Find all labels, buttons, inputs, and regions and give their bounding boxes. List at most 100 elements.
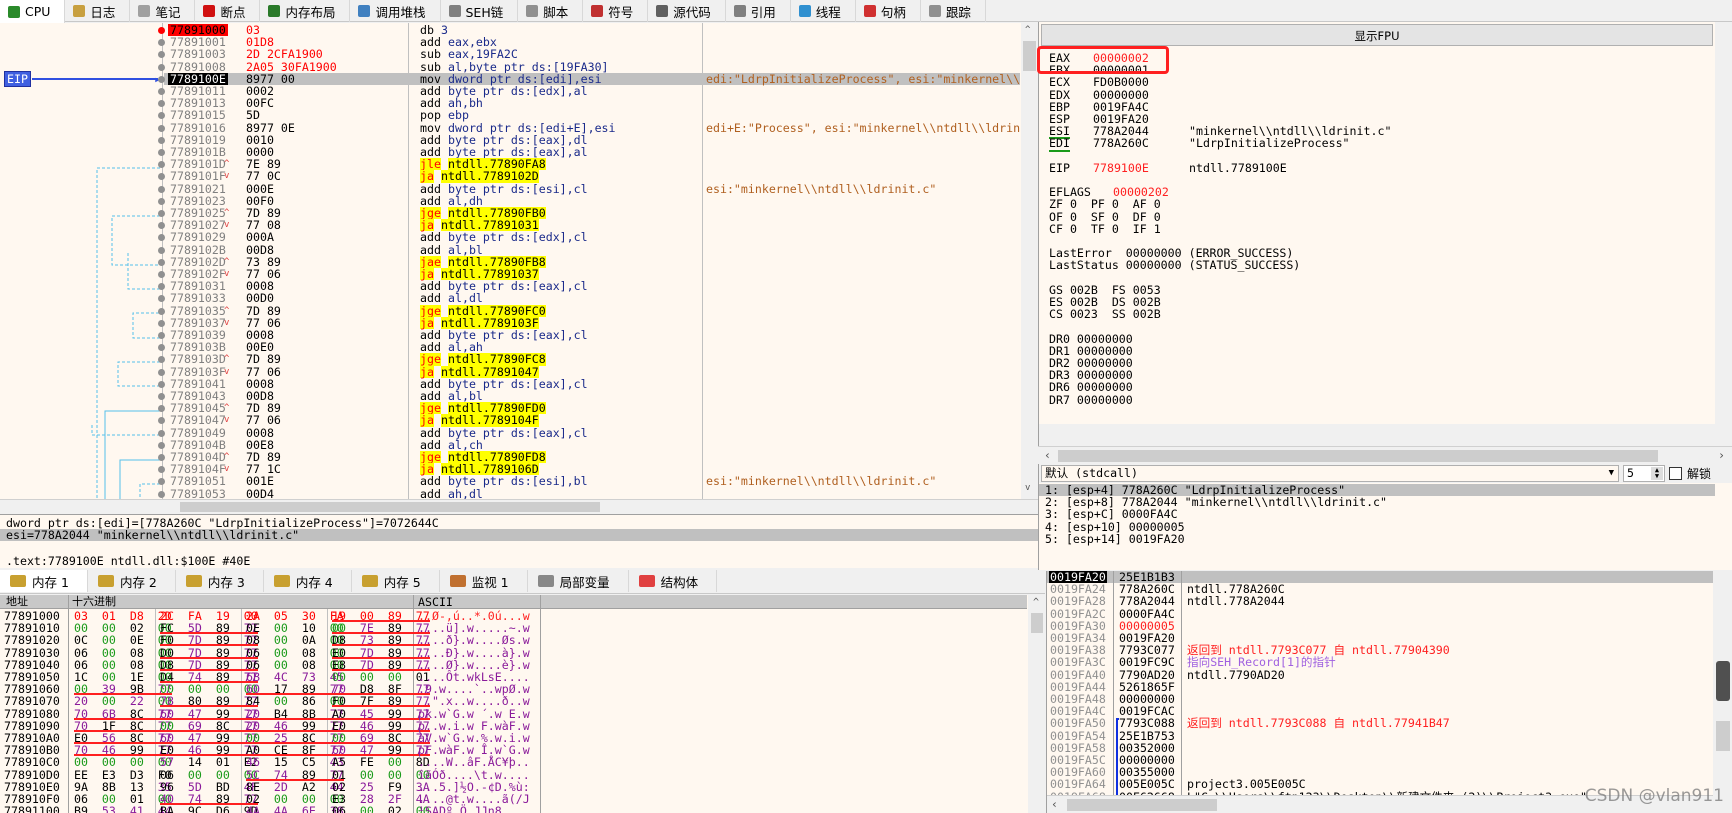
tab-source[interactable]: 源代码 bbox=[648, 0, 726, 22]
disasm-row[interactable]: 77891016 8977 0E mov dword ptr ds:[edi+E],e… bbox=[158, 121, 1038, 134]
dump-tab-3[interactable]: 内存 3 bbox=[176, 570, 264, 592]
breakpoint-dot-icon[interactable] bbox=[158, 429, 165, 437]
breakpoint-dot-icon[interactable] bbox=[158, 185, 165, 193]
disasm-hscroll[interactable] bbox=[0, 499, 1038, 513]
call-convention-select[interactable]: 默认 (stdcall) ▼ bbox=[1041, 465, 1619, 482]
stack-row[interactable]: 0019FA40 7790AD20 ntdll.7790AD20 bbox=[1047, 668, 1713, 680]
register-value[interactable]: FD0B0000 bbox=[1093, 76, 1149, 88]
breakpoint-dot-icon[interactable] bbox=[158, 197, 165, 205]
breakpoint-dot-icon[interactable] bbox=[158, 478, 165, 486]
breakpoint-dot-icon[interactable] bbox=[158, 210, 165, 217]
disasm-row[interactable]: 7789104B 00E8 add al,ch bbox=[158, 439, 1020, 451]
disasm-row[interactable]: 7789102F v 77 06 ja ntdll.77891037 bbox=[158, 268, 1020, 280]
breakpoint-dot-icon[interactable] bbox=[158, 319, 165, 327]
breakpoint-dot-icon[interactable] bbox=[158, 161, 165, 169]
dump-tab-2[interactable]: 内存 2 bbox=[88, 570, 176, 592]
disasm-row[interactable]: 7789103F v 77 06 ja ntdll.77891047 bbox=[158, 365, 1020, 378]
breakpoint-dot-icon[interactable] bbox=[158, 307, 165, 315]
disasm-row[interactable]: 77891027 v 77 08 ja ntdll.77891031 bbox=[158, 219, 1020, 231]
tab-seh-chain[interactable]: SEH链 bbox=[441, 0, 519, 22]
tab-cpu[interactable]: CPU bbox=[0, 0, 66, 23]
disasm-row[interactable]: 7789102B 00D8 add al,bl bbox=[158, 243, 1020, 256]
disassembly-pane[interactable]: EIP ▸ 7789100003db37789100101D8addeax,eb… bbox=[0, 23, 1038, 499]
breakpoint-dot-icon[interactable] bbox=[158, 368, 165, 376]
flags-line[interactable]: ZF 0 PF 0 AF 0 bbox=[1049, 198, 1161, 210]
breakpoint-dot-icon[interactable] bbox=[158, 441, 165, 449]
breakpoint-dot-icon[interactable] bbox=[158, 51, 165, 59]
breakpoint-dot-icon[interactable] bbox=[158, 39, 165, 47]
breakpoint-dot-icon[interactable] bbox=[158, 27, 165, 34]
disasm-row[interactable]: 7789100E 8977 00 mov dword ptr ds:[edi],esi… bbox=[158, 73, 1038, 85]
disasm-row[interactable]: 7789103D ^ 7D 89 jge ntdll.77890FC8 bbox=[158, 353, 1020, 366]
flags-line[interactable]: OF 0 SF 0 DF 0 bbox=[1049, 210, 1161, 222]
stack-row[interactable]: 0019FA28 778A2044 ntdll.778A2044 bbox=[1047, 595, 1713, 607]
argument-row[interactable]: 3: [esp+C] 0000FA4C bbox=[1039, 508, 1715, 520]
disasm-row[interactable]: 77891021 000E add byte ptr ds:[esi],cl esi:"… bbox=[158, 182, 1020, 195]
breakpoint-dot-icon[interactable] bbox=[158, 234, 165, 242]
memory-vscroll[interactable]: ^ bbox=[1028, 595, 1046, 813]
stack-row[interactable]: 0019FA2C 0000FA4C bbox=[1047, 607, 1713, 619]
argument-row[interactable]: 4: [esp+10] 00000005 bbox=[1039, 520, 1715, 532]
disasm-row[interactable]: 77891003 2D 2CFA1900 sub eax,19FA2C bbox=[158, 48, 1020, 61]
disasm-row[interactable]: 77891029 000A add byte ptr ds:[edx],cl bbox=[158, 231, 1020, 244]
breakpoint-dot-icon[interactable] bbox=[158, 380, 165, 388]
breakpoint-dot-icon[interactable] bbox=[158, 246, 165, 254]
disasm-row[interactable]: 7789104D ^ 7D 89 jge ntdll.77890FD8 bbox=[158, 451, 1020, 463]
breakpoint-dot-icon[interactable] bbox=[158, 271, 165, 278]
breakpoint-dot-icon[interactable] bbox=[158, 454, 165, 461]
disasm-row[interactable]: 77891008 2A05 30FA1900 sub al,byte ptr ds:[… bbox=[158, 60, 1020, 73]
show-fpu-button[interactable]: 显示FPU bbox=[1041, 24, 1713, 46]
disasm-row[interactable]: 77891000 03 db 3 bbox=[158, 24, 1020, 36]
tab-handles[interactable]: 句柄 bbox=[856, 0, 921, 22]
flags-line[interactable]: CF 0 TF 0 IF 1 bbox=[1049, 223, 1161, 235]
disasm-row[interactable]: 77891011 0002 add byte ptr ds:[edx],al bbox=[158, 85, 1020, 97]
disasm-row[interactable]: 77891043 00D8 add al,bl bbox=[158, 390, 1020, 402]
disasm-row[interactable]: 77891025 ^ 7D 89 jge ntdll.77890FB0 bbox=[158, 207, 1020, 219]
disasm-row[interactable]: 77891045 ^ 7D 89 jge ntdll.77890FD0 bbox=[158, 402, 1020, 414]
breakpoint-dot-icon[interactable] bbox=[158, 75, 165, 83]
disasm-row[interactable]: 7789101F v 77 0C ja ntdll.7789102D bbox=[158, 170, 1020, 183]
breakpoint-dot-icon[interactable] bbox=[158, 173, 165, 181]
disasm-row[interactable]: 77891033 00D0 add al,dl bbox=[158, 292, 1020, 305]
dump-tab-1[interactable]: 内存 1 bbox=[0, 570, 88, 592]
disasm-row[interactable]: 7789101B 0000 add byte ptr ds:[eax],al bbox=[158, 146, 1020, 158]
breakpoint-dot-icon[interactable] bbox=[158, 356, 165, 364]
breakpoint-dot-icon[interactable] bbox=[158, 124, 165, 132]
addr-column-header[interactable]: 地址 bbox=[6, 595, 28, 609]
disasm-row[interactable]: 77891019 0010 add byte ptr ds:[eax],dl bbox=[158, 134, 1020, 146]
memory-dump-pane[interactable]: 地址 十六进制 ASCII 77891000 03 01 D8 2D 2C FA … bbox=[0, 595, 1046, 813]
tab-call-stack[interactable]: 调用堆栈 bbox=[350, 0, 441, 22]
breakpoint-dot-icon[interactable] bbox=[158, 490, 165, 498]
segment-line[interactable]: CS 0023 SS 002B bbox=[1049, 308, 1161, 320]
registers-hscroll[interactable]: ‹ › bbox=[1038, 446, 1732, 464]
disasm-row[interactable]: 77891041 0008 add byte ptr ds:[eax],cl bbox=[158, 378, 1020, 390]
disasm-row[interactable]: 77891031 0008 add byte ptr ds:[eax],cl bbox=[158, 280, 1020, 292]
disasm-row[interactable]: 77891053 00D4 add ah,dl bbox=[158, 487, 1020, 499]
breakpoint-dot-icon[interactable] bbox=[158, 258, 165, 266]
register-value[interactable]: 778A260C bbox=[1093, 137, 1149, 149]
disasm-row[interactable]: 77891039 0008 add byte ptr ds:[eax],cl bbox=[158, 329, 1020, 341]
disasm-row[interactable]: 77891035 ^ 7D 89 jge ntdll.77890FC0 bbox=[158, 304, 1020, 317]
register-value[interactable]: 00000000 bbox=[1093, 88, 1149, 100]
tab-references[interactable]: 引用 bbox=[726, 0, 791, 22]
breakpoint-dot-icon[interactable] bbox=[158, 112, 165, 120]
breakpoint-dot-icon[interactable] bbox=[158, 222, 165, 230]
disasm-row[interactable]: 7789101D ^ 7E 89 jle ntdll.77890FA8 bbox=[158, 158, 1020, 170]
breakpoint-dot-icon[interactable] bbox=[158, 88, 165, 95]
disasm-row[interactable]: 77891047 v 77 06 ja ntdll.7789104F bbox=[158, 414, 1020, 427]
breakpoint-dot-icon[interactable] bbox=[158, 332, 165, 339]
breakpoint-dot-icon[interactable] bbox=[158, 100, 165, 108]
tab-log[interactable]: 日志 bbox=[65, 0, 131, 22]
dump-tab-4[interactable]: 内存 4 bbox=[264, 570, 352, 592]
argument-row[interactable]: 5: [esp+14] 0019FA20 bbox=[1039, 533, 1715, 545]
debug-register-line[interactable]: DR6 00000000 bbox=[1049, 381, 1133, 393]
tab-memory-map[interactable]: 内存布局 bbox=[260, 0, 351, 22]
debug-register-line[interactable]: DR0 00000000 bbox=[1049, 332, 1133, 344]
disasm-row[interactable]: 7789103B 00E0 add al,ah bbox=[158, 341, 1020, 353]
tab-trace[interactable]: 跟踪 bbox=[921, 0, 986, 22]
stack-row[interactable]: 0019FA3C 0019FC9C 指向SEH_Record[1]的指针 bbox=[1047, 656, 1713, 668]
stack-vscroll[interactable] bbox=[1713, 571, 1732, 813]
breakpoint-dot-icon[interactable] bbox=[158, 344, 165, 352]
disasm-row[interactable]: 7789102D ^ 73 89 jae ntdll.77890FB8 bbox=[158, 256, 1020, 268]
disasm-row[interactable]: 77891015 5D pop ebp bbox=[158, 109, 1020, 122]
